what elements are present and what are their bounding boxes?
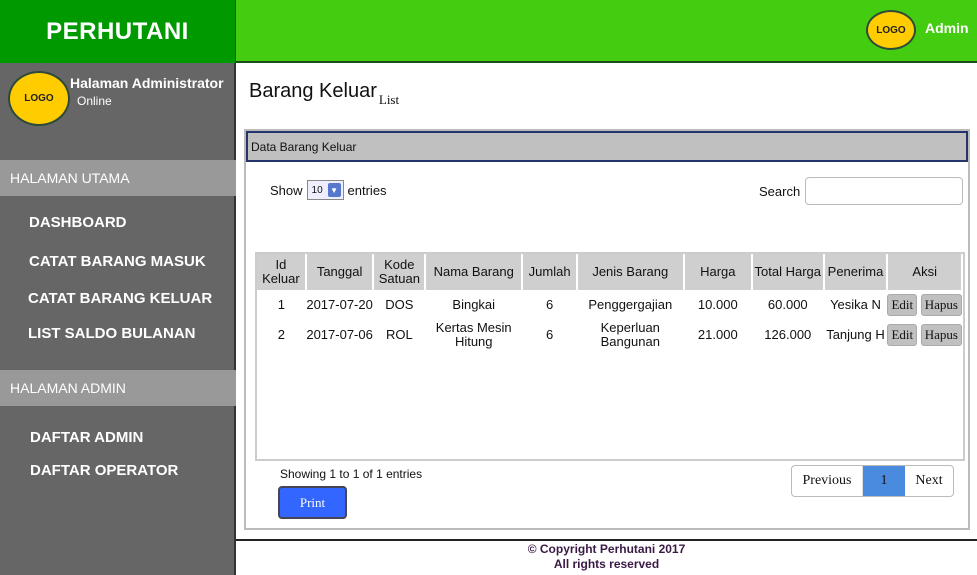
cell-id: 1 [277,297,286,312]
col-header-tanggal[interactable]: Tanggal [305,254,375,290]
brand-title[interactable]: PERHUTANI [0,0,236,63]
cell-jumlah: 6 [545,327,554,342]
section-halaman-utama: HALAMAN UTAMA [0,160,236,196]
sidebar-logo: LOGO [8,71,70,126]
top-bar: LOGO Admin [236,0,977,63]
cell-aksi: Edit Hapus [887,320,962,350]
sidebar-item-dashboard[interactable]: DASHBOARD [29,214,127,231]
entries-select-value: 10 [311,184,323,196]
entries-label: entries [347,182,387,198]
delete-button[interactable]: Hapus [920,294,962,316]
cell-tanggal: 2017-07-06 [306,327,373,342]
user-menu[interactable]: Admin [925,20,969,36]
cell-penerima: Yesika N [830,297,881,312]
cell-harga: 21.000 [697,327,738,342]
search-input[interactable] [805,177,964,205]
entries-length-control: Show 10 ▼ entries [270,180,387,200]
chevron-down-icon: ▼ [327,183,341,197]
sidebar-item-list-saldo-bulanan[interactable]: LIST SALDO BULANAN [28,325,196,342]
col-header-harga[interactable]: Harga [683,254,754,290]
edit-button[interactable]: Edit [887,294,918,316]
section-halaman-admin: HALAMAN ADMIN [0,370,236,406]
col-header-aksi: Aksi [887,254,963,290]
col-header-jumlah[interactable]: Jumlah [522,254,578,290]
header-logo[interactable]: LOGO [866,10,916,50]
cell-penerima: Tanjung H [826,327,885,342]
page-subtitle: List [378,92,400,107]
page-title: Barang Keluar List [249,80,399,107]
cell-harga: 10.000 [697,297,738,312]
page-1-button[interactable]: 1 [863,466,905,496]
main-content: Barang Keluar List Data Barang Keluar Sho… [236,63,977,539]
cell-jumlah: 6 [545,297,554,312]
col-header-kode-satuan[interactable]: Kode Satuan [373,254,427,290]
sidebar-item-catat-barang-keluar[interactable]: CATAT BARANG KELUAR [28,290,212,307]
cell-jenis: Keperluan Bangunan [600,320,660,349]
table-row: 2 2017-07-06 ROL Kertas Mesin Hitung 6 K… [257,320,962,350]
col-header-jenis-barang[interactable]: Jenis Barang [577,254,685,290]
cell-kode: DOS [385,297,414,312]
sidebar-title: Halaman Administrator [70,75,224,91]
cell-id: 2 [277,327,286,342]
online-status: Online [77,94,112,108]
sidebar-item-catat-barang-masuk[interactable]: CATAT BARANG MASUK [29,253,206,270]
table-header-row: Id Keluar Tanggal Kode Satuan Nama Baran… [257,254,963,290]
table-row: 1 2017-07-20 DOS Bingkai 6 Penggergajian… [257,290,962,320]
col-header-id[interactable]: Id Keluar [257,254,307,290]
sidebar-item-daftar-operator[interactable]: DAFTAR OPERATOR [30,462,178,479]
cell-kode: ROL [385,327,413,342]
cell-aksi: Edit Hapus [887,290,962,320]
col-header-penerima[interactable]: Penerima [823,254,889,290]
sidebar-item-daftar-admin[interactable]: DAFTAR ADMIN [30,429,143,446]
sidebar: LOGO Halaman Administrator Online HALAMA… [0,63,236,575]
cell-total: 126.000 [764,327,812,342]
table-info: Showing 1 to 1 of 1 entries [280,467,423,481]
search-control: Search [759,177,964,205]
copyright-text: © Copyright Perhutani 2017 [527,542,686,556]
rights-text: All rights reserved [553,557,660,571]
data-table: Id Keluar Tanggal Kode Satuan Nama Baran… [257,254,963,350]
previous-page-button[interactable]: Previous [792,466,863,496]
col-header-nama-barang[interactable]: Nama Barang [425,254,524,290]
page-title-text: Barang Keluar [249,80,377,102]
footer: © Copyright Perhutani 2017 All rights re… [236,539,977,575]
delete-button[interactable]: Hapus [920,324,962,346]
pagination: Previous 1 Next [791,465,954,497]
data-panel: Data Barang Keluar Show 10 ▼ entries Sea… [244,129,970,530]
print-button[interactable]: Print [278,486,347,519]
search-label: Search [759,183,801,199]
col-header-total-harga[interactable]: Total Harga [752,254,825,290]
panel-title: Data Barang Keluar [246,131,968,162]
cell-nama: Kertas Mesin Hitung [435,320,512,349]
edit-button[interactable]: Edit [887,324,918,346]
entries-select[interactable]: 10 ▼ [306,180,344,200]
data-table-container: Id Keluar Tanggal Kode Satuan Nama Baran… [255,252,965,461]
cell-nama: Bingkai [452,297,496,312]
cell-jenis: Penggergajian [588,297,673,312]
cell-tanggal: 2017-07-20 [306,297,373,312]
cell-total: 60.000 [767,297,808,312]
show-label: Show [270,182,303,198]
next-page-button[interactable]: Next [905,466,953,496]
